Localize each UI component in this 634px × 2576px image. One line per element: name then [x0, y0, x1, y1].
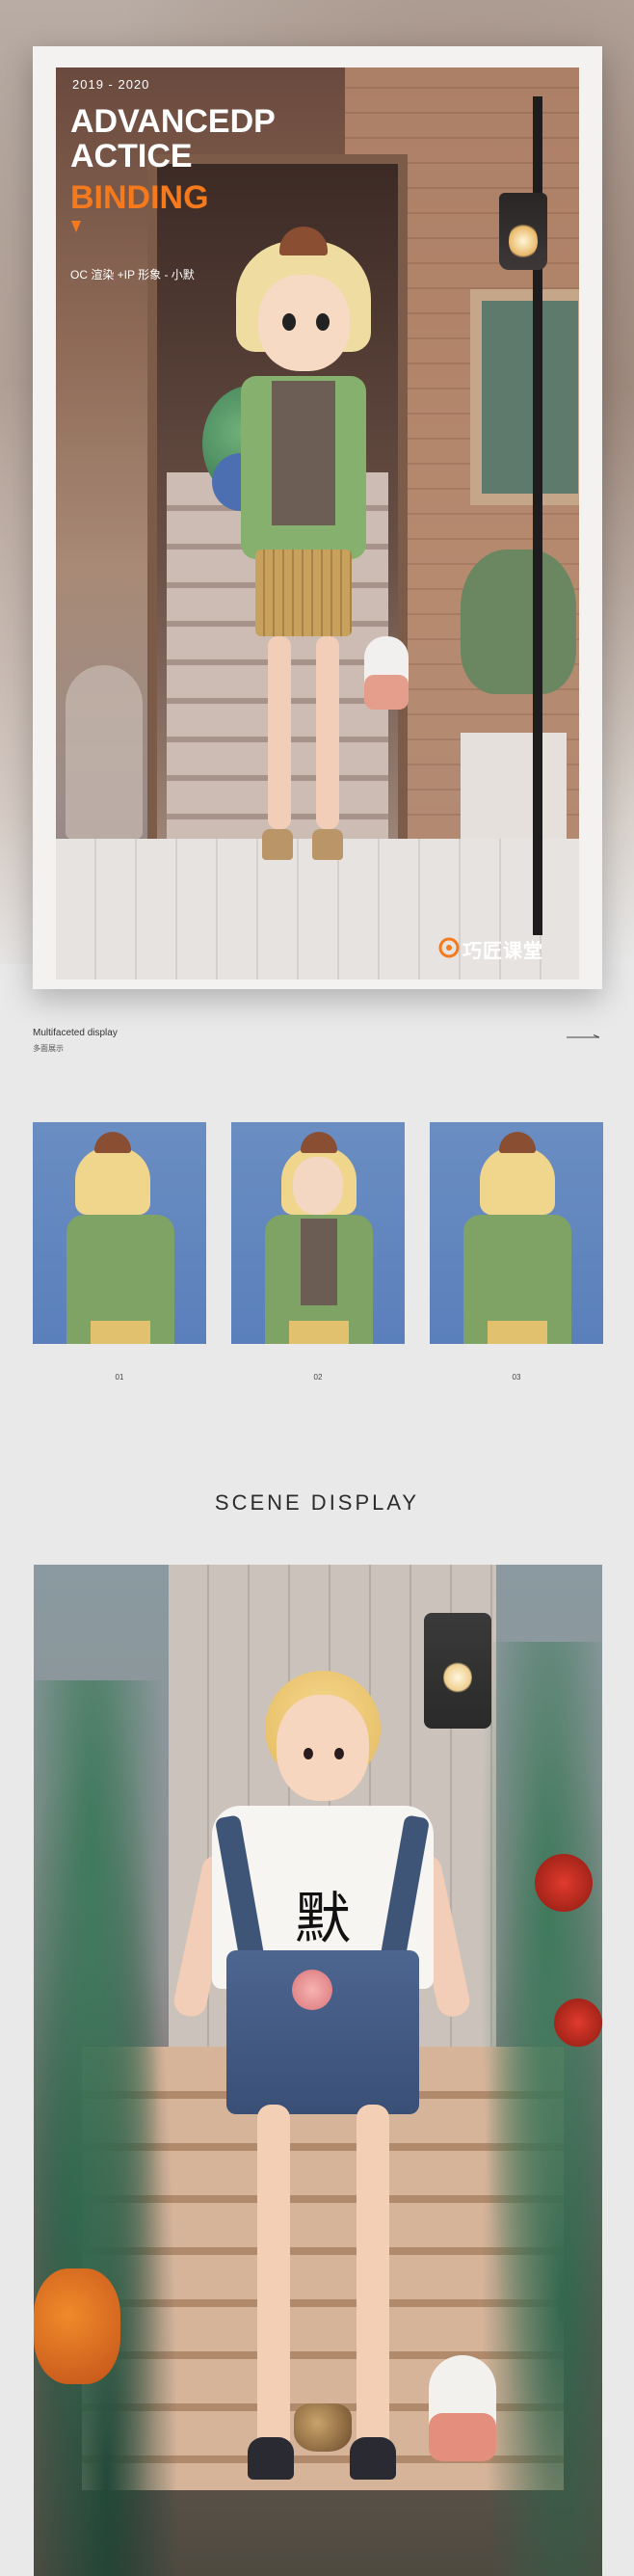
- scene-image: 默: [34, 1565, 602, 2576]
- character-top: [272, 381, 335, 525]
- character-face: [258, 275, 350, 371]
- character-leg: [268, 636, 291, 829]
- inner-top: [301, 1219, 337, 1305]
- shorts: [91, 1321, 150, 1344]
- character-eye: [282, 313, 296, 331]
- rose-flower: [292, 1970, 332, 2010]
- hero-title-line2: ACTICE: [70, 138, 193, 174]
- character-shoe: [312, 829, 343, 860]
- shorts: [289, 1321, 349, 1344]
- hero-subtitle: OC 渲染 +IP 形象 - 小默: [70, 268, 195, 282]
- potted-tree: [461, 550, 576, 694]
- character-leg: [316, 636, 339, 829]
- butterfly-icon: [294, 2403, 352, 2452]
- brand-logo-icon: [438, 937, 460, 958]
- red-flower: [535, 1854, 593, 1912]
- character-shoe: [248, 2437, 294, 2480]
- lamp-light: [509, 222, 538, 260]
- lamp-light: [443, 1661, 472, 1694]
- face: [293, 1157, 343, 1215]
- shorts: [488, 1321, 547, 1344]
- character-eye: [304, 1748, 313, 1759]
- hat: [94, 1132, 131, 1153]
- orange-flowers: [34, 2268, 120, 2384]
- section-title: Multifaceted display: [33, 1028, 118, 1038]
- character-leg: [257, 2105, 290, 2471]
- watering-can: [66, 665, 143, 839]
- hat: [499, 1132, 536, 1153]
- character-view-card[interactable]: [231, 1122, 405, 1344]
- section-subtitle: 多面展示: [33, 1044, 64, 1053]
- hero-year: 2019 - 2020: [72, 77, 150, 92]
- down-arrow-icon: [71, 221, 81, 232]
- character-leg: [357, 2105, 389, 2471]
- character-shoe: [262, 829, 293, 860]
- hero-title-line1: ADVANCEDP: [70, 103, 276, 140]
- brand-name: 巧匠课堂: [462, 941, 543, 962]
- character-view-card[interactable]: [430, 1122, 603, 1344]
- red-flower: [554, 1999, 602, 2047]
- bunny-dress: [364, 675, 409, 710]
- hat: [301, 1132, 337, 1153]
- planter: [461, 733, 567, 839]
- character-view-card[interactable]: [33, 1122, 206, 1344]
- character-shoe: [350, 2437, 396, 2480]
- bunny-dress: [429, 2413, 496, 2461]
- window: [470, 289, 579, 505]
- character-eye: [316, 313, 330, 331]
- hair: [480, 1147, 555, 1215]
- card-label: 03: [512, 1373, 521, 1382]
- arrow-right-icon: [567, 1034, 600, 1038]
- card-label: 01: [115, 1373, 124, 1382]
- shirt-print: 默: [294, 1886, 351, 1951]
- hair: [75, 1147, 150, 1215]
- scene-heading: SCENE DISPLAY: [214, 1490, 420, 1515]
- character-face: [277, 1695, 369, 1801]
- card-label: 02: [313, 1373, 323, 1382]
- hero-title-line3: BINDING: [70, 179, 209, 216]
- character-shorts: [255, 550, 352, 636]
- character-eye: [334, 1748, 344, 1759]
- plants-left: [34, 1680, 178, 2576]
